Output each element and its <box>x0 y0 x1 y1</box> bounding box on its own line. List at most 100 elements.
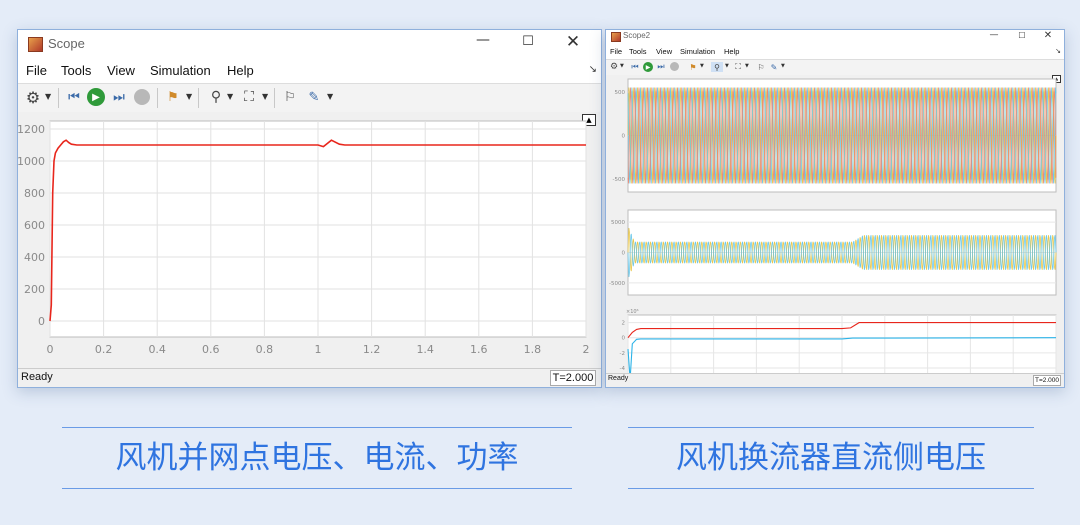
y-tick-label: 600 <box>24 219 45 232</box>
run-icon[interactable]: ▶ <box>643 62 653 72</box>
menu-tools[interactable]: Tools <box>61 63 91 78</box>
autoscale-dropdown-icon[interactable]: ▼ <box>262 92 268 101</box>
x-tick-label: 1.2 <box>363 343 381 356</box>
x-tick-label: 0.8 <box>256 343 274 356</box>
x-tick-label: 1.4 <box>416 343 434 356</box>
settings-dropdown-icon[interactable]: ▼ <box>45 92 51 101</box>
status-text: Ready <box>21 371 53 383</box>
scope-window: Scope — ☐ ✕ File Tools View Simulation H… <box>17 29 602 388</box>
highlight-simulink-block-icon[interactable]: ⚑ <box>688 62 698 72</box>
close-icon[interactable]: ✕ <box>1040 30 1056 41</box>
x-tick-label: 0.6 <box>202 343 220 356</box>
toolbar: ⚙ ▼ ⏮ ▶ ⏭ ⚑ ▼ ⚲ ▼ ⛶ ▼ ⚐ ✎ ▼ <box>606 59 1064 76</box>
undock-icon[interactable]: ↘ <box>589 64 597 75</box>
y-tick-label: 2 <box>622 321 626 327</box>
x-tick-label: 2 <box>583 343 590 356</box>
toolbar: ⚙ ▼ ⏮ ▶ ⏭ ⚑ ▼ ⚲ ▼ ⛶ ▼ ⚐ ✎ ▼ <box>18 83 601 113</box>
y-tick-label: 0 <box>622 251 626 257</box>
minimize-icon[interactable]: — <box>986 30 1002 40</box>
menu-tools[interactable]: Tools <box>629 47 647 56</box>
x-tick-label: 0.2 <box>95 343 113 356</box>
autoscale-dropdown-icon[interactable]: ▼ <box>745 63 749 69</box>
menu-simulation[interactable]: Simulation <box>150 63 211 78</box>
settings-gear-icon[interactable]: ⚙ <box>24 88 42 107</box>
measurements-dropdown-icon[interactable]: ▼ <box>781 63 785 69</box>
stop-icon[interactable] <box>134 89 150 105</box>
zoom-icon[interactable]: ⚲ <box>207 88 225 106</box>
triggers-icon[interactable]: ⚐ <box>756 62 766 72</box>
chart-svg[interactable]: 5000-50050000-500020-2-4-600.20.40.60.81… <box>606 75 1064 373</box>
y-tick-label: 800 <box>24 187 45 200</box>
minimize-icon[interactable]: — <box>468 32 498 48</box>
menu-file[interactable]: File <box>26 63 47 78</box>
status-bar: Ready T=2.000 <box>606 373 1064 387</box>
zoom-dropdown-icon[interactable]: ▼ <box>725 63 729 69</box>
run-icon[interactable]: ▶ <box>87 88 105 106</box>
left-caption: 风机并网点电压、电流、功率 <box>62 427 572 489</box>
menu-simulation[interactable]: Simulation <box>680 47 715 56</box>
maximize-icon[interactable]: ☐ <box>513 34 543 49</box>
chart-svg[interactable]: 0 0.2 0.4 0.6 0.8 1 1.2 1.4 1.6 1.8 2 0 200 400 600 800… <box>18 112 601 368</box>
x-tick-label: 0.4 <box>148 343 166 356</box>
exponent-label: ×10⁶ <box>626 309 639 315</box>
menu-view[interactable]: View <box>656 47 672 56</box>
triggers-icon[interactable]: ⚐ <box>281 88 299 106</box>
x-tick-label: 1.8 <box>524 343 542 356</box>
matlab-logo-icon <box>28 37 43 52</box>
toolbar-separator <box>274 88 275 108</box>
menu-view[interactable]: View <box>107 63 135 78</box>
maximize-icon[interactable]: ☐ <box>1014 31 1030 40</box>
y-tick-label: 200 <box>24 283 45 296</box>
status-bar: Ready T=2.000 <box>18 368 601 387</box>
y-tick-label: 0 <box>38 315 45 328</box>
menu-help[interactable]: Help <box>724 47 739 56</box>
settings-gear-icon[interactable]: ⚙ <box>609 62 619 72</box>
y-tick-label: -5000 <box>609 281 625 287</box>
zoom-icon[interactable]: ⚲ <box>711 62 723 72</box>
menu-bar: File Tools View Simulation Help ↘ <box>18 60 601 82</box>
cursor-measurements-icon[interactable]: ✎ <box>305 88 323 106</box>
settings-dropdown-icon[interactable]: ▼ <box>620 63 624 69</box>
close-icon[interactable]: ✕ <box>558 32 588 52</box>
autoscale-icon[interactable]: ⛶ <box>733 62 743 72</box>
y-tick-label: 1200 <box>18 123 45 136</box>
scope2-window: Scope2 — ☐ ✕ File Tools View Simulation … <box>605 29 1065 388</box>
y-tick-label: 500 <box>615 90 626 96</box>
step-back-icon[interactable]: ⏮ <box>630 62 640 72</box>
cursor-measurements-icon[interactable]: ✎ <box>769 62 779 72</box>
x-tick-label: 0 <box>47 343 54 356</box>
title-bar[interactable]: Scope2 — ☐ ✕ <box>606 30 1064 44</box>
status-text: Ready <box>608 375 629 382</box>
x-tick-label: 1 <box>315 343 322 356</box>
highlight-dropdown-icon[interactable]: ▼ <box>186 92 192 101</box>
plot-area: ▲ 0 0.2 0.4 0.6 0.8 1 1.2 1.4 1.6 1.8 2 0 200 400 600 8… <box>18 112 601 368</box>
title-bar[interactable]: Scope — ☐ ✕ <box>18 30 601 58</box>
menu-bar: File Tools View Simulation Help ↘ <box>606 45 1064 58</box>
highlight-simulink-block-icon[interactable]: ⚑ <box>164 88 182 106</box>
measurements-dropdown-icon[interactable]: ▼ <box>327 92 333 101</box>
y-tick-label: -4 <box>620 366 626 372</box>
y-tick-label: -2 <box>620 351 625 357</box>
y-tick-label: 1000 <box>18 155 45 168</box>
simulation-time: T=2.000 <box>1033 375 1061 386</box>
autoscale-icon[interactable]: ⛶ <box>240 88 258 106</box>
window-title: Scope <box>48 36 85 51</box>
menu-help[interactable]: Help <box>227 63 254 78</box>
step-forward-icon[interactable]: ⏭ <box>656 62 666 72</box>
y-tick-label: 0 <box>622 134 626 140</box>
zoom-dropdown-icon[interactable]: ▼ <box>227 92 233 101</box>
x-tick-label: 1.6 <box>470 343 488 356</box>
toolbar-separator <box>157 88 158 108</box>
y-tick-label: 0 <box>622 336 626 342</box>
toolbar-separator <box>198 88 199 108</box>
right-caption: 风机换流器直流侧电压 <box>628 427 1034 489</box>
matlab-logo-icon <box>611 32 621 42</box>
step-back-icon[interactable]: ⏮ <box>65 88 83 106</box>
highlight-dropdown-icon[interactable]: ▼ <box>700 63 704 69</box>
menu-file[interactable]: File <box>610 47 622 56</box>
y-tick-label: 400 <box>24 251 45 264</box>
y-tick-label: -500 <box>613 177 626 183</box>
stop-icon[interactable] <box>670 62 679 71</box>
undock-icon[interactable]: ↘ <box>1055 47 1061 55</box>
step-forward-icon[interactable]: ⏭ <box>110 88 128 106</box>
